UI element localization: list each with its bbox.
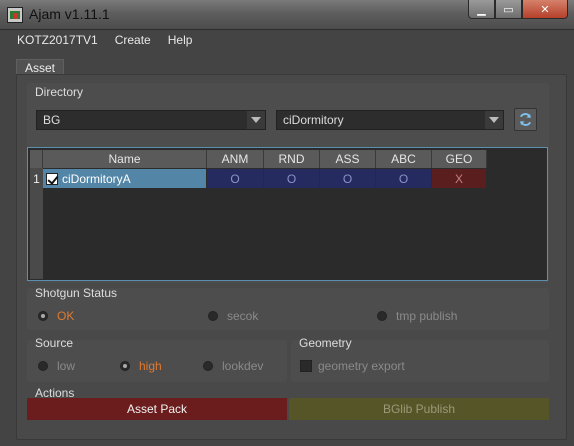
radio-tmp-publish-label: tmp publish [396, 309, 458, 323]
geometry-export-checkbox[interactable]: geometry export [300, 359, 405, 373]
directory-title: Directory [35, 85, 84, 99]
cell-ass[interactable]: O [320, 169, 376, 188]
refresh-button[interactable] [514, 108, 537, 131]
column-header-ass[interactable]: ASS [320, 150, 376, 168]
radio-secok[interactable]: secok [208, 309, 258, 323]
source-title: Source [35, 336, 74, 350]
radio-lookdev-label: lookdev [222, 359, 264, 373]
asset-table[interactable]: Name ANM RND ASS ABC GEO 1 ciDormitoryA … [27, 147, 548, 281]
radio-lookdev[interactable]: lookdev [203, 359, 263, 373]
menu-project[interactable]: KOTZ2017TV1 [17, 33, 98, 47]
row-number: 1 [33, 172, 40, 186]
asset-pack-button[interactable]: Asset Pack [27, 398, 287, 420]
category-combo[interactable]: BG [36, 110, 266, 130]
cell-geo[interactable]: X [432, 169, 487, 188]
window-title: Ajam v1.11.1 [29, 6, 110, 22]
column-header-anm[interactable]: ANM [207, 150, 264, 168]
row-checkbox[interactable] [46, 172, 58, 185]
radio-high[interactable]: high [120, 359, 162, 373]
minimize-button[interactable]: ▁ [468, 0, 495, 19]
app-icon [7, 7, 23, 23]
window-controls: ▁ ▭ ✕ [468, 0, 568, 20]
bglib-publish-button[interactable]: BGlib Publish [289, 398, 549, 420]
column-header-geo[interactable]: GEO [432, 150, 487, 168]
radio-low-dot [38, 361, 48, 371]
cell-abc[interactable]: O [376, 169, 432, 188]
radio-secok-label: secok [227, 309, 259, 323]
asset-name: ciDormitoryA [62, 171, 131, 186]
radio-tmp-publish[interactable]: tmp publish [377, 309, 457, 323]
table-corner [30, 150, 43, 168]
radio-lookdev-dot [203, 361, 213, 371]
radio-tmp-publish-dot [377, 311, 387, 321]
radio-secok-dot [208, 311, 218, 321]
title-bar[interactable]: Ajam v1.11.1 ▁ ▭ ✕ [0, 0, 574, 30]
shotgun-status-title: Shotgun Status [35, 286, 118, 300]
radio-ok-dot [38, 311, 48, 321]
geometry-title: Geometry [299, 336, 352, 350]
table-row[interactable]: ciDormitoryA [43, 169, 207, 188]
geometry-export-label: geometry export [318, 359, 405, 373]
tab-asset[interactable]: Asset [16, 59, 64, 75]
radio-low[interactable]: low [38, 359, 75, 373]
radio-high-dot [120, 361, 130, 371]
cell-rnd[interactable]: O [264, 169, 320, 188]
asset-combo-value: ciDormitory [283, 113, 344, 127]
menu-bar: KOTZ2017TV1 Create Help [0, 30, 574, 50]
cell-anm[interactable]: O [207, 169, 264, 188]
radio-low-label: low [57, 359, 76, 373]
radio-ok[interactable]: OK [38, 309, 74, 323]
column-header-name[interactable]: Name [43, 150, 207, 168]
radio-ok-label: OK [57, 309, 75, 323]
maximize-button[interactable]: ▭ [495, 0, 522, 19]
chevron-down-icon [247, 111, 265, 129]
geometry-export-box [300, 360, 312, 372]
menu-help[interactable]: Help [168, 33, 193, 47]
menu-create[interactable]: Create [115, 33, 151, 47]
column-header-abc[interactable]: ABC [376, 150, 432, 168]
close-button[interactable]: ✕ [522, 0, 568, 19]
refresh-icon [519, 113, 532, 126]
category-combo-value: BG [43, 113, 61, 127]
chevron-down-icon [485, 111, 503, 129]
column-header-rnd[interactable]: RND [264, 150, 320, 168]
radio-high-label: high [139, 359, 162, 373]
asset-combo[interactable]: ciDormitory [276, 110, 504, 130]
